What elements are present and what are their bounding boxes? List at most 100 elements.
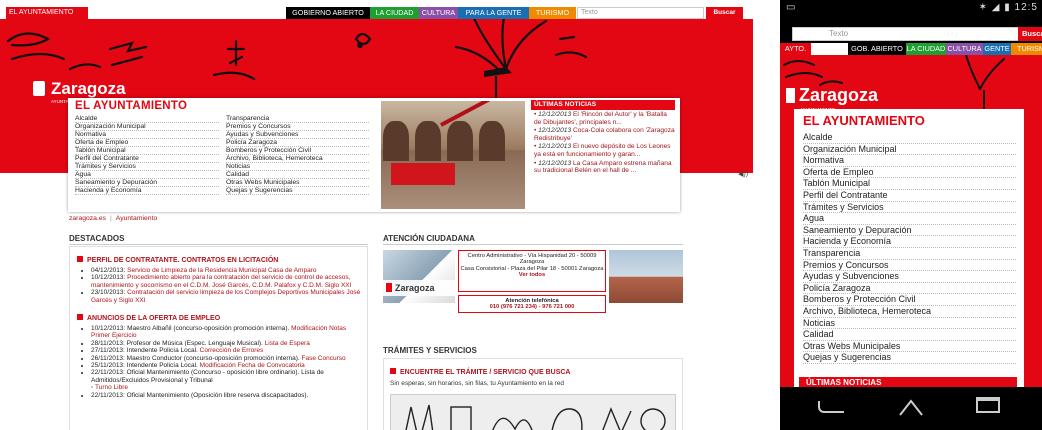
menu-link[interactable]: Trámites y Servicios xyxy=(75,163,219,172)
search-button[interactable]: Buscar xyxy=(706,7,743,19)
breadcrumb-home[interactable]: zaragoza.es xyxy=(69,215,106,222)
list-item: 27/11/2013: Intendente Policía Local. Co… xyxy=(91,347,361,354)
mobile-menu-link[interactable]: Archivo, Biblioteca, Hemeroteca xyxy=(803,306,1016,318)
tab-el-ayuntamiento[interactable]: EL AYUNTAMIENTO xyxy=(6,7,88,19)
tab-gobierno-abierto[interactable]: GOBIERNO ABIERTO xyxy=(286,7,370,19)
menu-link[interactable]: Bomberos y Protección Civil xyxy=(226,147,369,156)
mobile-menu-link[interactable]: Tablón Municipal xyxy=(803,178,1016,190)
item-text: 28/11/2013: Profesor de Música (Espec. L… xyxy=(91,339,265,347)
mobile-menu-link[interactable]: Trámites y Servicios xyxy=(803,202,1016,214)
news-item[interactable]: • 12/12/2013 El nuevo depósito de Los Le… xyxy=(531,143,675,158)
address-1: Centro Administrativo - Vía Hispanidad 2… xyxy=(467,253,597,266)
menu-link[interactable]: Policía Zaragoza xyxy=(226,139,369,148)
status-icons: ✶ ◢ ▮ 12:5 xyxy=(978,2,1038,13)
item-link[interactable]: Lista de Espera xyxy=(265,340,310,347)
list-item: 25/11/2013: Intendente Policía Local. Mo… xyxy=(91,362,361,369)
news-photo[interactable] xyxy=(381,101,525,209)
menu-link[interactable]: Otras Webs Municipales xyxy=(226,179,369,188)
item-link[interactable]: Corrección de Errores xyxy=(200,347,264,354)
mobile-menu-link[interactable]: Quejas y Sugerencias xyxy=(803,352,1016,364)
item-link[interactable]: Contratación del servicio limpieza de lo… xyxy=(91,289,360,303)
atencion-heading: ATENCIÓN CIUDADANA xyxy=(383,234,475,243)
menu-column-2: Transparencia Premios y Concursos Ayudas y… xyxy=(226,115,369,196)
mobile-menu-link[interactable]: Hacienda y Economía xyxy=(803,236,1016,248)
photo-caption-text: Zaragoza xyxy=(395,283,435,293)
mobile-menu-link[interactable]: Premios y Concursos xyxy=(803,260,1016,272)
mobile-menu-link[interactable]: Normativa xyxy=(803,155,1016,167)
menu-link[interactable]: Oferta de Empleo xyxy=(75,139,219,148)
list-item: 04/12/2013: Servicio de Limpieza de la R… xyxy=(91,267,361,274)
menu-link[interactable]: Agua xyxy=(75,171,219,180)
mobile-menu-link[interactable]: Otras Webs Municipales xyxy=(803,341,1016,353)
mobile-tab-la-ciudad[interactable]: LA CIUDAD xyxy=(906,43,946,55)
breadcrumb-ayuntamiento[interactable]: Ayuntamiento xyxy=(116,215,157,222)
mobile-menu-link[interactable]: Transparencia xyxy=(803,248,1016,260)
mobile-menu-list: Alcalde Organización Municipal Normativa Of… xyxy=(803,132,1016,364)
mobile-menu-link[interactable]: Alcalde xyxy=(803,132,1016,144)
menu-link[interactable]: Alcalde xyxy=(75,115,219,124)
menu-link[interactable]: Tablón Municipal xyxy=(75,147,219,156)
news-item[interactable]: • 12/12/2013 Coca-Cola colabora con 'Zar… xyxy=(531,127,675,142)
tramites-illustration[interactable] xyxy=(390,394,676,430)
mobile-menu-link[interactable]: Calidad xyxy=(803,329,1016,341)
tab-la-ciudad[interactable]: LA CIUDAD xyxy=(370,7,419,19)
tab-turismo[interactable]: TURISMO xyxy=(529,7,576,19)
mobile-zaragoza-logo[interactable]: Zaragoza AYUNTAMIENTO xyxy=(786,85,878,112)
speaker-icon[interactable]: ◀)) xyxy=(738,170,748,178)
zaragoza-logo[interactable]: Zaragoza AYUNTAMIENTO xyxy=(33,79,126,104)
menu-link[interactable]: Premios y Concursos xyxy=(226,123,369,132)
item-link[interactable]: Fase Concurso xyxy=(302,355,346,362)
menu-link[interactable]: Saneamiento y Depuración xyxy=(75,179,219,188)
menu-link[interactable]: Ayudas y Subvenciones xyxy=(226,131,369,140)
mobile-menu-link[interactable]: Agua xyxy=(803,213,1016,225)
mobile-menu-link[interactable]: Ayudas y Subvenciones xyxy=(803,271,1016,283)
menu-link[interactable]: Quejas y Sugerencias xyxy=(226,187,369,196)
empleo-heading[interactable]: ANUNCIOS DE LA OFERTA DE EMPLEO xyxy=(77,314,367,322)
mobile-menu-link[interactable]: Organización Municipal xyxy=(803,144,1016,156)
menu-link[interactable]: Noticias xyxy=(226,163,369,172)
item-link[interactable]: Procedimiento abierto para la contrataci… xyxy=(91,274,351,288)
back-icon[interactable] xyxy=(818,401,844,413)
home-icon[interactable] xyxy=(898,397,924,417)
tab-para-la-gente[interactable]: PARA LA GENTE xyxy=(458,7,529,19)
menu-link[interactable]: Organización Municipal xyxy=(75,123,219,132)
mobile-tab-ayto[interactable]: AYTO. xyxy=(780,43,811,55)
item-link[interactable]: Servicio de Limpieza de la Residencia Mu… xyxy=(127,267,316,274)
menu-link[interactable]: Archivo, Biblioteca, Hemeroteca xyxy=(226,155,369,164)
contratante-heading[interactable]: PERFIL DE CONTRATANTE. CONTRATOS EN LICI… xyxy=(77,256,367,264)
mobile-menu-link[interactable]: Noticias xyxy=(803,318,1016,330)
mobile-tab-gob-abierto[interactable]: GOB. ABIERTO xyxy=(848,43,906,55)
logo-text: Zaragoza xyxy=(51,79,126,98)
mobile-device-view: ▭ ✶ ◢ ▮ 12:5 Texto Buscar AYTO. GOB. ABI… xyxy=(780,0,1042,430)
news-item[interactable]: • 12/12/2013 La Casa Amparo estrena maña… xyxy=(531,160,675,175)
search-input[interactable]: Texto xyxy=(577,7,704,19)
ver-todos-link[interactable]: Ver todos xyxy=(519,272,545,278)
mobile-menu-link[interactable]: Saneamiento y Depuración xyxy=(803,225,1016,237)
menu-link[interactable]: Calidad xyxy=(226,171,369,180)
recent-apps-icon[interactable] xyxy=(976,397,1000,413)
mobile-menu-link[interactable]: Perfil del Contratante xyxy=(803,190,1016,202)
mobile-menu-link[interactable]: Bomberos y Protección Civil xyxy=(803,294,1016,306)
menu-link[interactable]: Perfil del Contratante xyxy=(75,155,219,164)
panel-title: EL AYUNTAMIENTO xyxy=(75,100,188,112)
mobile-menu-link[interactable]: Policía Zaragoza xyxy=(803,283,1016,295)
mobile-search-button[interactable]: Buscar xyxy=(1018,27,1042,41)
mobile-tab-gente[interactable]: GENTE xyxy=(983,43,1011,55)
mobile-tab-cultura[interactable]: CULTURA xyxy=(946,43,983,55)
item-link[interactable]: Turno Libre xyxy=(95,384,128,391)
zaragoza-lion-icon xyxy=(386,283,392,292)
menu-link[interactable]: Transparencia xyxy=(226,115,369,124)
mobile-tab-turismo[interactable]: TURISM xyxy=(1011,43,1042,55)
mobile-menu-link[interactable]: Oferta de Empleo xyxy=(803,167,1016,179)
phone-number[interactable]: 010 (976 721 234) - 976 721 000 xyxy=(459,304,605,310)
news-item[interactable]: • 12/12/2013 El 'Rincón del Autor' y la … xyxy=(531,111,675,126)
menu-link[interactable]: Hacienda y Economía xyxy=(75,187,219,196)
menu-link[interactable]: Normativa xyxy=(75,131,219,140)
tramites-box-title[interactable]: ENCUENTRE EL TRÁMITE / SERVICIO QUE BUSC… xyxy=(390,368,570,376)
item-text: 25/11/2013: Intendente Policía Local. xyxy=(91,362,200,370)
tab-cultura[interactable]: CULTURA xyxy=(419,7,458,19)
item-text: 22/11/2013: Oficial Mantenimiento (Concu… xyxy=(91,369,324,384)
breadcrumb-separator: | xyxy=(110,215,112,222)
item-link[interactable]: Modificación Fecha de Convocatoria xyxy=(200,362,305,369)
mobile-search-input[interactable]: Texto xyxy=(792,27,1028,41)
